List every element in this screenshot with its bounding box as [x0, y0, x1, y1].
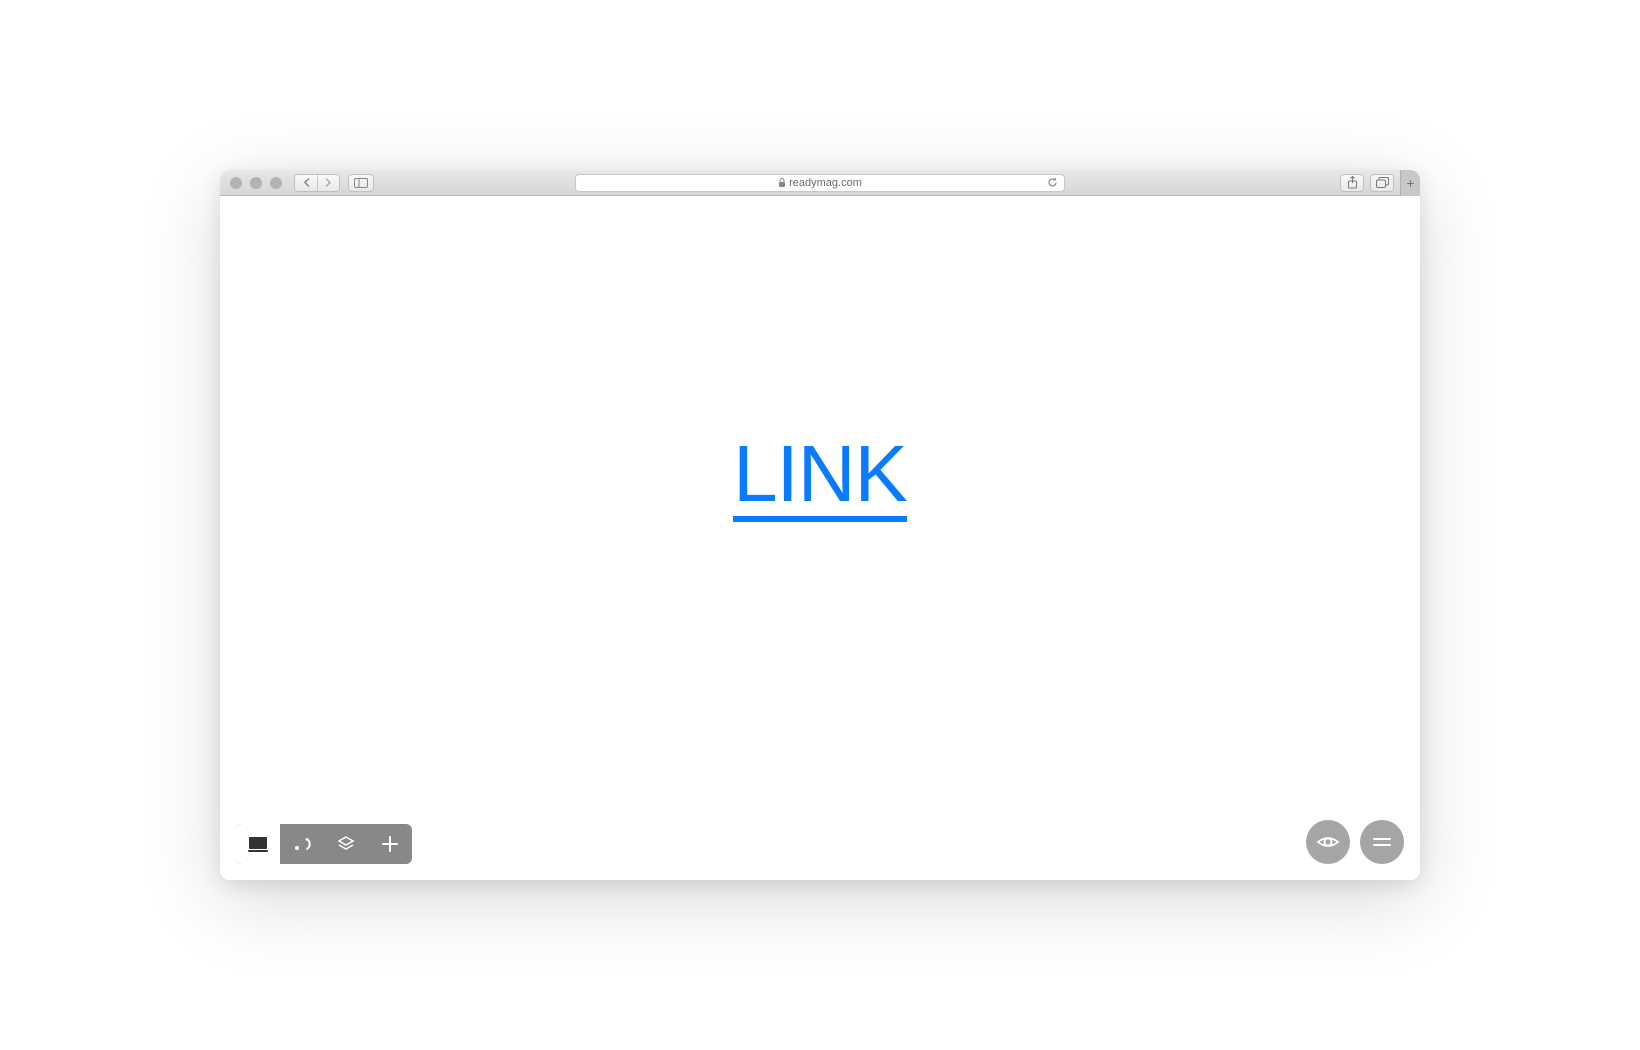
add-widget-button[interactable]: [368, 824, 412, 864]
sidebar-toggle-button[interactable]: [348, 174, 374, 192]
desktop-view-button[interactable]: [236, 824, 280, 864]
maximize-window-button[interactable]: [270, 177, 282, 189]
browser-window: readymag.com + LINK: [220, 170, 1420, 880]
right-button-group: [1306, 820, 1404, 864]
lock-icon: [778, 178, 786, 187]
preview-button[interactable]: [1306, 820, 1350, 864]
menu-button[interactable]: [1360, 820, 1404, 864]
share-button[interactable]: [1340, 174, 1364, 192]
new-tab-button[interactable]: +: [1400, 170, 1420, 196]
minimize-window-button[interactable]: [250, 177, 262, 189]
close-window-button[interactable]: [230, 177, 242, 189]
link-element[interactable]: LINK: [733, 434, 907, 522]
nav-button-group: [294, 174, 340, 192]
editor-toolbar: [236, 824, 412, 864]
url-text: readymag.com: [789, 177, 862, 189]
toolbar-right-controls: +: [1340, 170, 1410, 196]
animation-button[interactable]: [280, 824, 324, 864]
back-button[interactable]: [295, 175, 317, 191]
browser-toolbar: readymag.com +: [220, 170, 1420, 196]
tabs-button[interactable]: [1370, 174, 1394, 192]
layers-button[interactable]: [324, 824, 368, 864]
editor-canvas[interactable]: LINK: [220, 196, 1420, 880]
traffic-lights: [230, 177, 282, 189]
forward-button[interactable]: [317, 175, 339, 191]
address-bar[interactable]: readymag.com: [575, 174, 1065, 192]
reload-button[interactable]: [1047, 177, 1058, 188]
